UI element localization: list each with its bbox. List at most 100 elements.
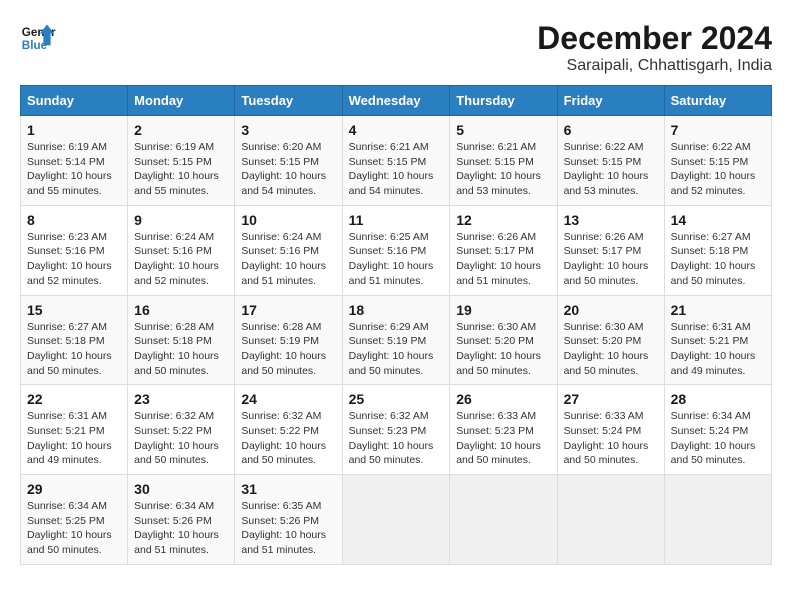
day-number: 3 — [241, 122, 335, 138]
day-detail: Sunrise: 6:30 AM Sunset: 5:20 PM Dayligh… — [564, 320, 658, 379]
day-detail: Sunrise: 6:26 AM Sunset: 5:17 PM Dayligh… — [564, 230, 658, 289]
calendar-cell: 17 Sunrise: 6:28 AM Sunset: 5:19 PM Dayl… — [235, 295, 342, 385]
day-header-sunday: Sunday — [21, 86, 128, 116]
calendar-cell: 27 Sunrise: 6:33 AM Sunset: 5:24 PM Dayl… — [557, 385, 664, 475]
day-number: 28 — [671, 391, 765, 407]
calendar-cell: 25 Sunrise: 6:32 AM Sunset: 5:23 PM Dayl… — [342, 385, 450, 475]
day-number: 29 — [27, 481, 121, 497]
calendar-cell: 11 Sunrise: 6:25 AM Sunset: 5:16 PM Dayl… — [342, 205, 450, 295]
calendar-cell: 6 Sunrise: 6:22 AM Sunset: 5:15 PM Dayli… — [557, 116, 664, 206]
day-number: 7 — [671, 122, 765, 138]
day-detail: Sunrise: 6:26 AM Sunset: 5:17 PM Dayligh… — [456, 230, 550, 289]
day-number: 30 — [134, 481, 228, 497]
day-number: 18 — [349, 302, 444, 318]
day-number: 6 — [564, 122, 658, 138]
calendar-cell — [664, 475, 771, 565]
calendar-cell: 31 Sunrise: 6:35 AM Sunset: 5:26 PM Dayl… — [235, 475, 342, 565]
calendar-week-row: 1 Sunrise: 6:19 AM Sunset: 5:14 PM Dayli… — [21, 116, 772, 206]
header: General Blue December 2024 Saraipali, Ch… — [20, 20, 772, 75]
title-area: December 2024 Saraipali, Chhattisgarh, I… — [537, 20, 772, 75]
day-header-monday: Monday — [128, 86, 235, 116]
calendar-cell: 24 Sunrise: 6:32 AM Sunset: 5:22 PM Dayl… — [235, 385, 342, 475]
calendar-cell: 19 Sunrise: 6:30 AM Sunset: 5:20 PM Dayl… — [450, 295, 557, 385]
day-number: 14 — [671, 212, 765, 228]
day-detail: Sunrise: 6:19 AM Sunset: 5:14 PM Dayligh… — [27, 140, 121, 199]
calendar-header-row: SundayMondayTuesdayWednesdayThursdayFrid… — [21, 86, 772, 116]
calendar-week-row: 15 Sunrise: 6:27 AM Sunset: 5:18 PM Dayl… — [21, 295, 772, 385]
logo: General Blue — [20, 20, 56, 56]
calendar-cell — [342, 475, 450, 565]
day-detail: Sunrise: 6:20 AM Sunset: 5:15 PM Dayligh… — [241, 140, 335, 199]
calendar-cell: 26 Sunrise: 6:33 AM Sunset: 5:23 PM Dayl… — [450, 385, 557, 475]
day-detail: Sunrise: 6:28 AM Sunset: 5:18 PM Dayligh… — [134, 320, 228, 379]
calendar-cell — [557, 475, 664, 565]
day-number: 22 — [27, 391, 121, 407]
day-detail: Sunrise: 6:21 AM Sunset: 5:15 PM Dayligh… — [349, 140, 444, 199]
day-detail: Sunrise: 6:25 AM Sunset: 5:16 PM Dayligh… — [349, 230, 444, 289]
calendar-week-row: 29 Sunrise: 6:34 AM Sunset: 5:25 PM Dayl… — [21, 475, 772, 565]
day-detail: Sunrise: 6:30 AM Sunset: 5:20 PM Dayligh… — [456, 320, 550, 379]
calendar-cell: 3 Sunrise: 6:20 AM Sunset: 5:15 PM Dayli… — [235, 116, 342, 206]
month-title: December 2024 — [537, 20, 772, 57]
calendar-cell: 13 Sunrise: 6:26 AM Sunset: 5:17 PM Dayl… — [557, 205, 664, 295]
day-detail: Sunrise: 6:33 AM Sunset: 5:24 PM Dayligh… — [564, 409, 658, 468]
day-number: 9 — [134, 212, 228, 228]
logo-icon: General Blue — [20, 20, 56, 56]
calendar-table: SundayMondayTuesdayWednesdayThursdayFrid… — [20, 85, 772, 565]
day-detail: Sunrise: 6:29 AM Sunset: 5:19 PM Dayligh… — [349, 320, 444, 379]
day-number: 20 — [564, 302, 658, 318]
day-header-tuesday: Tuesday — [235, 86, 342, 116]
day-number: 23 — [134, 391, 228, 407]
day-number: 17 — [241, 302, 335, 318]
day-detail: Sunrise: 6:27 AM Sunset: 5:18 PM Dayligh… — [671, 230, 765, 289]
day-detail: Sunrise: 6:32 AM Sunset: 5:22 PM Dayligh… — [241, 409, 335, 468]
day-number: 24 — [241, 391, 335, 407]
calendar-cell: 30 Sunrise: 6:34 AM Sunset: 5:26 PM Dayl… — [128, 475, 235, 565]
calendar-cell: 28 Sunrise: 6:34 AM Sunset: 5:24 PM Dayl… — [664, 385, 771, 475]
day-header-wednesday: Wednesday — [342, 86, 450, 116]
calendar-cell: 10 Sunrise: 6:24 AM Sunset: 5:16 PM Dayl… — [235, 205, 342, 295]
day-detail: Sunrise: 6:31 AM Sunset: 5:21 PM Dayligh… — [27, 409, 121, 468]
day-number: 25 — [349, 391, 444, 407]
day-detail: Sunrise: 6:33 AM Sunset: 5:23 PM Dayligh… — [456, 409, 550, 468]
day-number: 13 — [564, 212, 658, 228]
day-detail: Sunrise: 6:31 AM Sunset: 5:21 PM Dayligh… — [671, 320, 765, 379]
day-detail: Sunrise: 6:21 AM Sunset: 5:15 PM Dayligh… — [456, 140, 550, 199]
day-number: 31 — [241, 481, 335, 497]
calendar-cell: 18 Sunrise: 6:29 AM Sunset: 5:19 PM Dayl… — [342, 295, 450, 385]
calendar-cell: 23 Sunrise: 6:32 AM Sunset: 5:22 PM Dayl… — [128, 385, 235, 475]
day-detail: Sunrise: 6:19 AM Sunset: 5:15 PM Dayligh… — [134, 140, 228, 199]
day-detail: Sunrise: 6:32 AM Sunset: 5:23 PM Dayligh… — [349, 409, 444, 468]
day-detail: Sunrise: 6:35 AM Sunset: 5:26 PM Dayligh… — [241, 499, 335, 558]
calendar-cell: 14 Sunrise: 6:27 AM Sunset: 5:18 PM Dayl… — [664, 205, 771, 295]
calendar-week-row: 22 Sunrise: 6:31 AM Sunset: 5:21 PM Dayl… — [21, 385, 772, 475]
day-number: 11 — [349, 212, 444, 228]
calendar-cell: 20 Sunrise: 6:30 AM Sunset: 5:20 PM Dayl… — [557, 295, 664, 385]
day-number: 1 — [27, 122, 121, 138]
calendar-week-row: 8 Sunrise: 6:23 AM Sunset: 5:16 PM Dayli… — [21, 205, 772, 295]
calendar-cell: 12 Sunrise: 6:26 AM Sunset: 5:17 PM Dayl… — [450, 205, 557, 295]
calendar-cell: 9 Sunrise: 6:24 AM Sunset: 5:16 PM Dayli… — [128, 205, 235, 295]
calendar-cell: 8 Sunrise: 6:23 AM Sunset: 5:16 PM Dayli… — [21, 205, 128, 295]
location-title: Saraipali, Chhattisgarh, India — [537, 57, 772, 75]
calendar-cell: 7 Sunrise: 6:22 AM Sunset: 5:15 PM Dayli… — [664, 116, 771, 206]
calendar-cell: 5 Sunrise: 6:21 AM Sunset: 5:15 PM Dayli… — [450, 116, 557, 206]
calendar-cell: 29 Sunrise: 6:34 AM Sunset: 5:25 PM Dayl… — [21, 475, 128, 565]
calendar-cell: 16 Sunrise: 6:28 AM Sunset: 5:18 PM Dayl… — [128, 295, 235, 385]
day-header-thursday: Thursday — [450, 86, 557, 116]
day-number: 2 — [134, 122, 228, 138]
calendar-cell: 21 Sunrise: 6:31 AM Sunset: 5:21 PM Dayl… — [664, 295, 771, 385]
day-detail: Sunrise: 6:34 AM Sunset: 5:24 PM Dayligh… — [671, 409, 765, 468]
day-number: 27 — [564, 391, 658, 407]
day-number: 26 — [456, 391, 550, 407]
day-number: 12 — [456, 212, 550, 228]
day-number: 15 — [27, 302, 121, 318]
day-detail: Sunrise: 6:34 AM Sunset: 5:25 PM Dayligh… — [27, 499, 121, 558]
calendar-cell: 22 Sunrise: 6:31 AM Sunset: 5:21 PM Dayl… — [21, 385, 128, 475]
day-number: 10 — [241, 212, 335, 228]
calendar-cell — [450, 475, 557, 565]
day-number: 21 — [671, 302, 765, 318]
day-detail: Sunrise: 6:27 AM Sunset: 5:18 PM Dayligh… — [27, 320, 121, 379]
calendar-cell: 4 Sunrise: 6:21 AM Sunset: 5:15 PM Dayli… — [342, 116, 450, 206]
day-detail: Sunrise: 6:24 AM Sunset: 5:16 PM Dayligh… — [241, 230, 335, 289]
